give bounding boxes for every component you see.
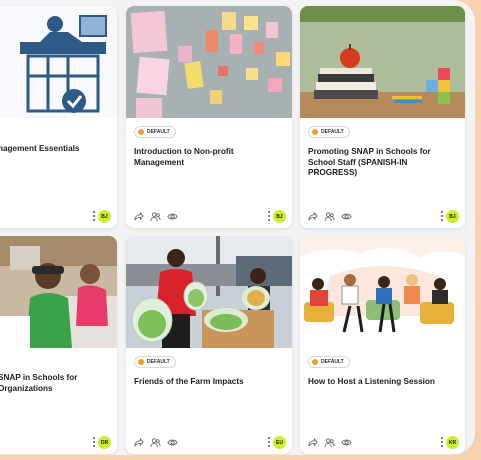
course-card[interactable]: SNAP in Schools for Organizations DR — [0, 236, 117, 454]
course-thumbnail[interactable] — [0, 6, 117, 118]
course-title[interactable]: Introduction to Non-profit Management — [134, 147, 284, 168]
course-card[interactable]: DEFAULT Promoting SNAP in Schools for Sc… — [300, 6, 465, 228]
card-actions — [133, 437, 178, 448]
course-card[interactable]: DEFAULT How to Host a Listening Session … — [300, 236, 465, 454]
apple-on-books-image — [300, 6, 465, 118]
course-thumbnail[interactable] — [0, 236, 117, 348]
default-badge: DEFAULT — [308, 356, 350, 368]
sticky-notes-wall-image — [126, 6, 292, 118]
kids-eating-image — [0, 236, 117, 348]
card-actions — [307, 211, 352, 222]
course-grid: nagement Essentials BJ DEFAULT Introduct… — [0, 0, 475, 455]
course-thumbnail[interactable] — [126, 236, 292, 348]
eye-icon[interactable] — [341, 211, 352, 222]
course-card[interactable]: DEFAULT Introduction to Non-profit Manag… — [126, 6, 292, 228]
people-icon[interactable] — [150, 211, 161, 222]
course-title[interactable]: Promoting SNAP in Schools for School Sta… — [308, 147, 457, 179]
more-menu-icon[interactable] — [92, 211, 95, 221]
course-title[interactable]: Friends of the Farm Impacts — [134, 377, 284, 388]
people-icon[interactable] — [324, 211, 335, 222]
course-thumbnail[interactable] — [126, 6, 292, 118]
badge-dot-icon — [138, 129, 144, 135]
more-menu-icon[interactable] — [92, 437, 95, 447]
eye-icon[interactable] — [167, 211, 178, 222]
avatar: KR — [446, 436, 459, 449]
eye-icon[interactable] — [167, 437, 178, 448]
avatar: BJ — [273, 210, 286, 223]
default-badge: DEFAULT — [308, 126, 350, 138]
card-actions — [133, 211, 178, 222]
farm-produce-image — [126, 236, 292, 348]
eye-icon[interactable] — [341, 437, 352, 448]
share-icon[interactable] — [307, 211, 318, 222]
more-menu-icon[interactable] — [267, 211, 270, 221]
avatar: EU — [273, 436, 286, 449]
badge-dot-icon — [138, 359, 144, 365]
share-icon[interactable] — [133, 437, 144, 448]
office-illustration-image — [0, 6, 117, 118]
badge-dot-icon — [312, 359, 318, 365]
course-card[interactable]: nagement Essentials BJ — [0, 6, 117, 228]
course-thumbnail[interactable] — [300, 236, 465, 348]
default-badge: DEFAULT — [134, 356, 176, 368]
people-icon[interactable] — [150, 437, 161, 448]
card-actions — [307, 437, 352, 448]
course-title[interactable]: How to Host a Listening Session — [308, 377, 457, 388]
more-menu-icon[interactable] — [440, 211, 443, 221]
course-title[interactable]: SNAP in Schools for Organizations — [0, 373, 109, 394]
course-thumbnail[interactable] — [300, 6, 465, 118]
default-badge: DEFAULT — [134, 126, 176, 138]
share-icon[interactable] — [307, 437, 318, 448]
more-menu-icon[interactable] — [440, 437, 443, 447]
avatar: BJ — [446, 210, 459, 223]
people-icon[interactable] — [324, 437, 335, 448]
more-menu-icon[interactable] — [267, 437, 270, 447]
course-card[interactable]: DEFAULT Friends of the Farm Impacts EU — [126, 236, 292, 454]
share-icon[interactable] — [133, 211, 144, 222]
course-title[interactable]: nagement Essentials — [0, 144, 109, 155]
avatar: DR — [98, 436, 111, 449]
badge-dot-icon — [312, 129, 318, 135]
avatar: BJ — [98, 210, 111, 223]
group-illustration-image — [300, 236, 465, 348]
